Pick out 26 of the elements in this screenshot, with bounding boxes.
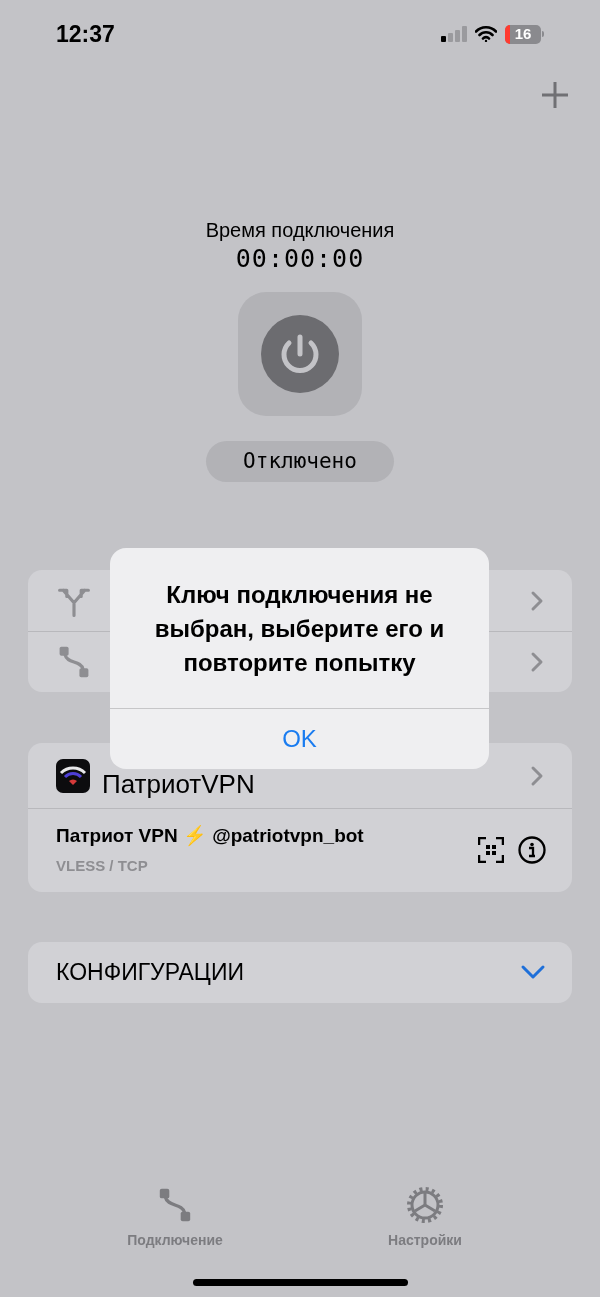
power-button[interactable] [238, 292, 362, 416]
alert-message: Ключ подключения не выбран, выберите его и повторите попытку [153, 580, 446, 678]
configurations-header[interactable]: КОНФИГУРАЦИИ [28, 941, 572, 1003]
gear-icon [406, 1186, 444, 1224]
chevron-right-icon [530, 764, 544, 787]
add-icon[interactable] [540, 80, 570, 110]
qr-code-icon[interactable] [478, 837, 504, 864]
connection-status-pill: Отключено [206, 441, 394, 482]
provider-name: ПатриотVPN [102, 767, 255, 799]
status-time: 12:37 [56, 19, 115, 49]
connection-time-label: Время подключения [205, 218, 395, 243]
chevron-right-icon [530, 589, 544, 612]
tab-bar-item[interactable]: Подключение [110, 1186, 240, 1251]
ok-button[interactable]: OK [110, 708, 489, 769]
chevron-right-icon [530, 651, 544, 673]
wifi-icon [475, 26, 497, 42]
app-wifi-icon [56, 758, 90, 793]
configurations-title: КОНФИГУРАЦИИ [56, 957, 244, 987]
connection-timer: 00:00:00 [235, 244, 365, 274]
signal-icon [441, 26, 467, 42]
power-icon [261, 315, 339, 393]
info-icon[interactable] [518, 836, 546, 865]
battery-icon: 16 [505, 24, 544, 44]
config-protocol: VLESS / TCP [56, 856, 149, 876]
config-title: Патриот VPN ⚡ @patriotvpn_bot [56, 824, 364, 848]
tab-bar-item[interactable]: Настройки [360, 1186, 490, 1251]
